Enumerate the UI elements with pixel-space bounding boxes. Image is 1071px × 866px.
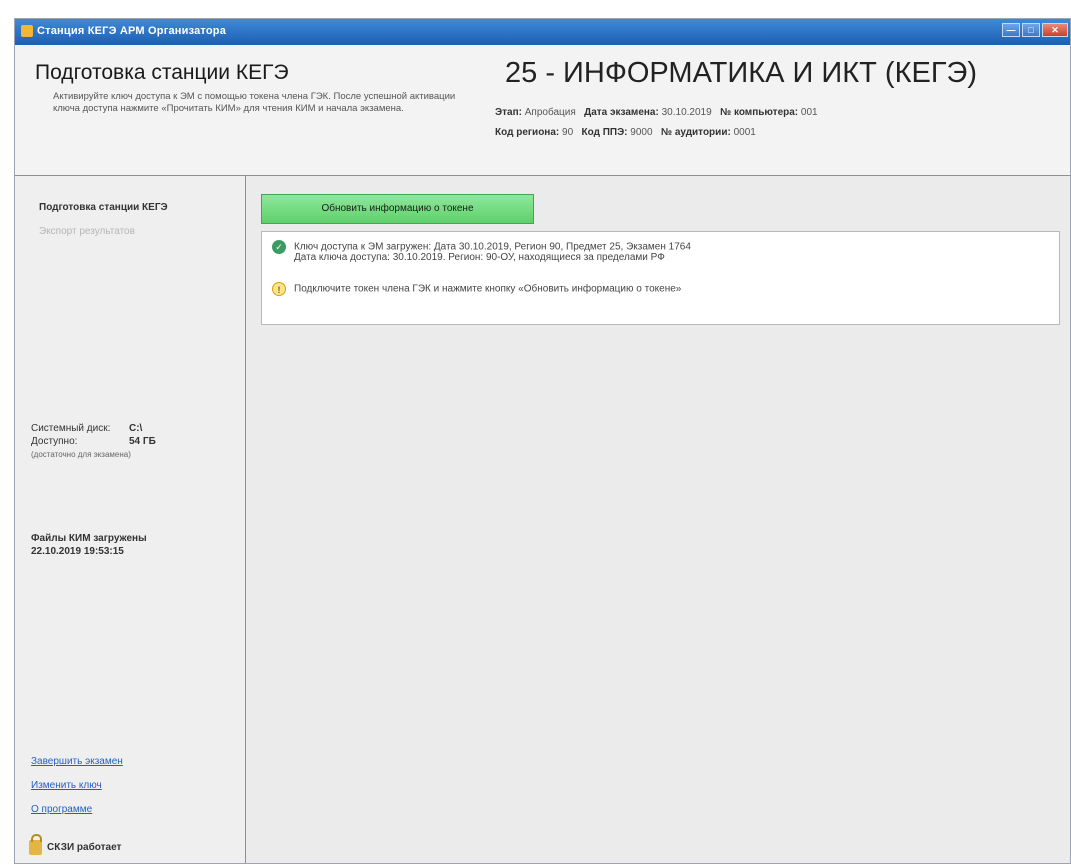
date-label: Дата экзамена:: [584, 107, 659, 118]
crypto-status-text: СКЗИ работает: [47, 842, 122, 854]
close-button[interactable]: ✕: [1042, 23, 1068, 37]
system-disk-value: C:\: [129, 423, 143, 434]
kim-files-status: Файлы КИМ загружены 22.10.2019 19:53:15: [31, 532, 147, 558]
key-loaded-text: Ключ доступа к ЭМ загружен: Дата 30.10.2…: [294, 241, 691, 253]
window-title: Станция КЕГЭ АРМ Организатора: [37, 25, 227, 37]
main-content: Обновить информацию о токене ✓ Ключ досту…: [246, 176, 1070, 863]
info-panel: ✓ Ключ доступа к ЭМ загружен: Дата 30.10.…: [261, 231, 1060, 325]
change-key-link[interactable]: Изменить ключ: [31, 780, 102, 791]
connect-token-line: ! Подключите токен члена ГЭК и нажмите кн…: [272, 282, 681, 296]
stage-label: Этап:: [495, 107, 522, 118]
disk-note: (достаточно для экзамена): [31, 450, 131, 459]
sidebar-item-prepare-station[interactable]: Подготовка станции КЕГЭ: [39, 202, 168, 213]
sidebar: Подготовка станции КЕГЭ Экспорт результа…: [15, 176, 246, 863]
available-value: 54 ГБ: [129, 436, 156, 447]
exam-title: 25 - ИНФОРМАТИКА И ИКТ (КЕГЭ): [505, 57, 978, 89]
finish-exam-link[interactable]: Завершить экзамен: [31, 756, 123, 767]
sidebar-item-export-results: Экспорт результатов: [39, 226, 135, 237]
computer-value: 001: [800, 107, 818, 118]
computer-label: № компьютера:: [720, 107, 799, 118]
exam-meta-row-1: Этап: Апробация Дата экзамена: 30.10.201…: [495, 107, 818, 118]
page-title: Подготовка станции КЕГЭ: [35, 61, 289, 84]
lock-icon: [29, 834, 42, 855]
page-header: Подготовка станции КЕГЭ Активируйте ключ…: [15, 45, 1070, 176]
maximize-button[interactable]: □: [1022, 23, 1040, 37]
success-icon: ✓: [272, 240, 286, 254]
application-window: Станция КЕГЭ АРМ Организатора — □ ✕ Подг…: [14, 18, 1071, 864]
key-date-line: Дата ключа доступа: 30.10.2019. Регион: …: [294, 252, 665, 263]
files-loaded-time: 22.10.2019 19:53:15: [31, 546, 124, 557]
auditorium-value: 0001: [733, 127, 756, 138]
minimize-button[interactable]: —: [1002, 23, 1020, 37]
title-bar[interactable]: Станция КЕГЭ АРМ Организатора — □ ✕: [15, 19, 1070, 45]
system-disk-label: Системный диск:: [31, 423, 111, 434]
ppe-value: 9000: [630, 127, 653, 138]
app-icon: [21, 25, 33, 37]
date-value: 30.10.2019: [661, 107, 712, 118]
crypto-status: СКЗИ работает: [29, 834, 122, 855]
auditorium-label: № аудитории:: [660, 127, 731, 138]
region-value: 90: [562, 127, 574, 138]
files-loaded-label: Файлы КИМ загружены: [31, 533, 147, 544]
window-controls: — □ ✕: [1002, 23, 1068, 37]
warning-icon: !: [272, 282, 286, 296]
refresh-token-info-button[interactable]: Обновить информацию о токене: [261, 194, 534, 224]
disk-info: Системный диск: C:\ Доступно: 54 ГБ (дос…: [31, 422, 181, 461]
available-label: Доступно:: [31, 436, 78, 447]
page-description: Активируйте ключ доступа к ЭМ с помощью …: [53, 91, 456, 114]
exam-meta-row-2: Код региона: 90 Код ППЭ: 9000 № аудитори…: [495, 127, 756, 138]
connect-token-text: Подключите токен члена ГЭК и нажмите кно…: [294, 283, 682, 295]
region-label: Код региона:: [495, 127, 560, 138]
ppe-label: Код ППЭ:: [581, 127, 628, 138]
about-link[interactable]: О программе: [31, 804, 92, 815]
stage-value: Апробация: [524, 107, 576, 118]
